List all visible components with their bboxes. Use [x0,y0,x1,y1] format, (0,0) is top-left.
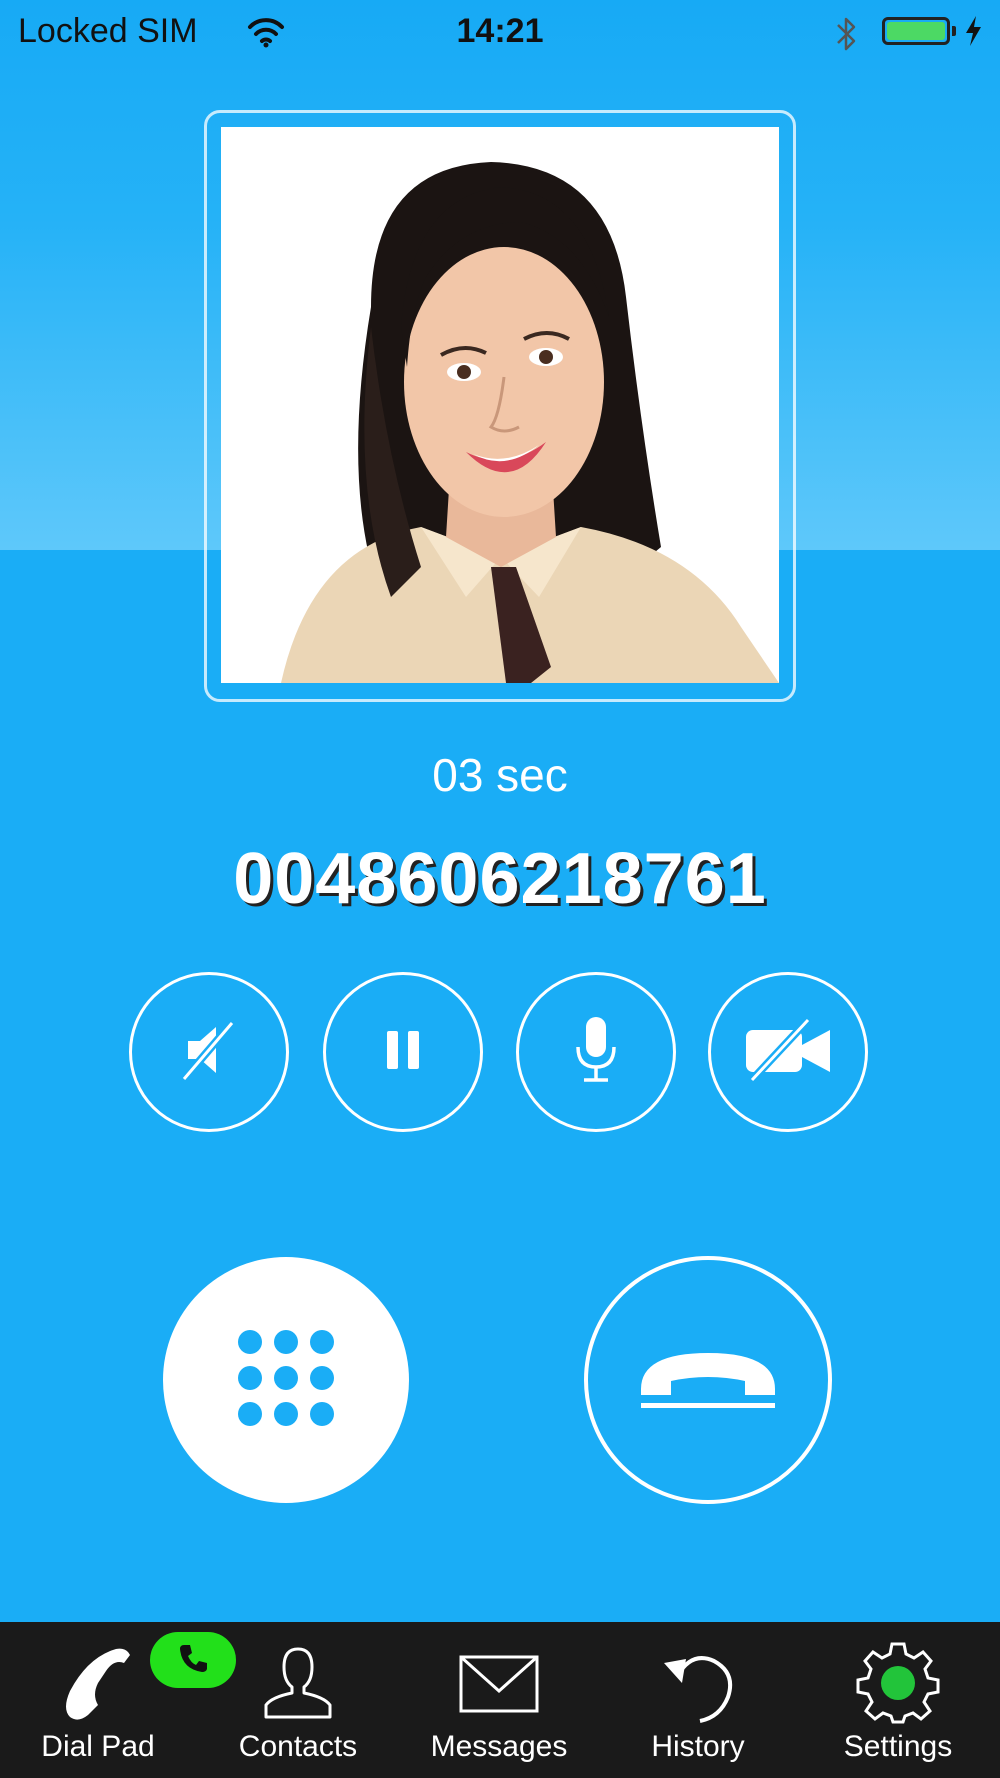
hangup-button[interactable] [584,1256,832,1504]
tab-label-history: History [651,1730,745,1763]
speaker-muted-icon [174,1015,244,1090]
call-duration: 03 sec [432,749,568,801]
battery-level [887,22,945,40]
tab-history[interactable]: History [598,1622,798,1778]
hangup-icon [633,1343,783,1418]
envelope-icon [399,1638,599,1728]
battery-icon [882,17,950,45]
undo-arrow-icon [598,1638,798,1728]
phone-icon [176,1641,210,1680]
call-screen: Locked SIM 14:21 03 sec 0048606218761 Di… [0,0,1000,1778]
gear-icon [798,1638,998,1728]
pause-icon [378,1025,428,1080]
battery-tip [952,26,956,36]
tab-label-dial-pad: Dial Pad [41,1730,155,1763]
bluetooth-icon [834,14,860,59]
microphone-icon [571,1013,621,1092]
tab-messages[interactable]: Messages [399,1622,599,1778]
tab-label-messages: Messages [430,1730,568,1763]
keypad-button[interactable] [163,1257,409,1503]
tab-label-contacts: Contacts [238,1730,358,1763]
hold-button[interactable] [323,972,483,1132]
keypad-grid-icon [236,1328,336,1433]
video-off-icon [742,1016,834,1087]
status-bar: Locked SIM 14:21 [0,0,1000,64]
tab-settings[interactable]: Settings [798,1622,998,1778]
tab-label-settings: Settings [843,1730,953,1763]
microphone-button[interactable] [516,972,676,1132]
tab-bar: Dial Pad Contacts Messages History Setti… [0,1622,1000,1778]
video-off-button[interactable] [708,972,868,1132]
active-call-badge[interactable] [150,1632,236,1688]
speaker-mute-button[interactable] [129,972,289,1132]
caller-photo-frame [204,110,796,702]
charging-bolt-icon [962,14,984,53]
caller-number: 0048606218761 [233,839,767,919]
caller-photo [221,127,779,683]
